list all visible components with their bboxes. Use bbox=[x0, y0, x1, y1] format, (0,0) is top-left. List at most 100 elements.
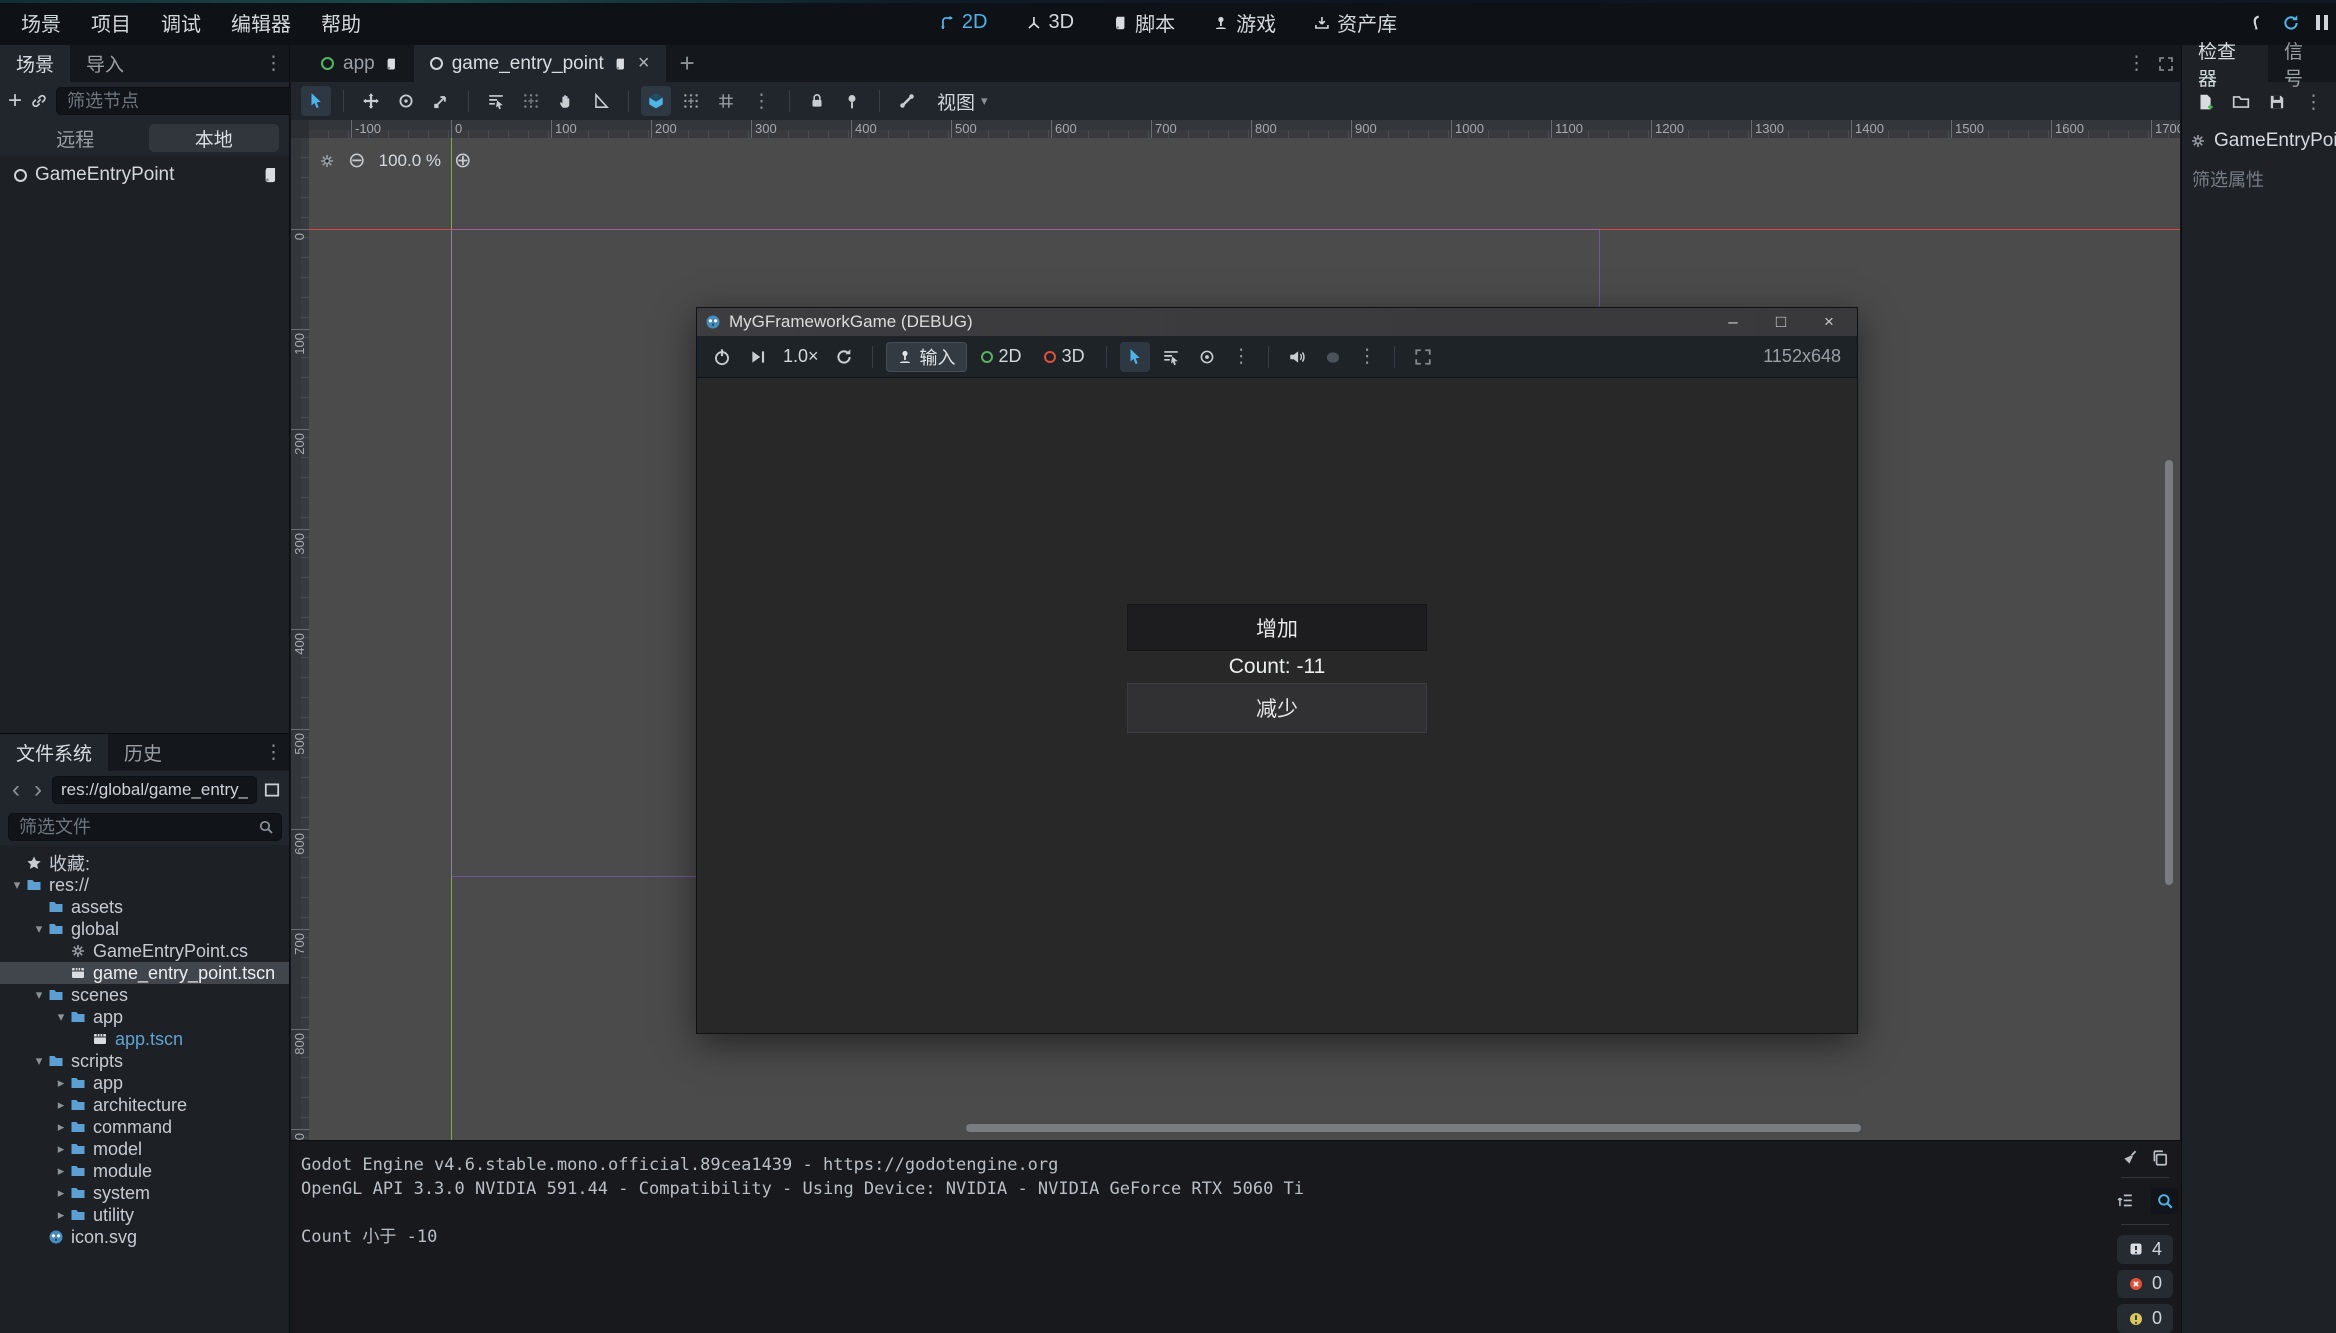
new-resource-icon[interactable] bbox=[2196, 93, 2214, 111]
zoom-level[interactable]: 100.0 % bbox=[379, 151, 441, 171]
mode-2d-button[interactable]: 2D bbox=[927, 11, 1000, 34]
select-3d-mode-button[interactable]: 3D bbox=[1036, 342, 1093, 372]
add-node-button[interactable]: + bbox=[8, 87, 22, 115]
remote-button[interactable]: 远程 bbox=[10, 124, 141, 152]
inspector-node-row[interactable]: GameEntryPoint bbox=[2182, 122, 2336, 156]
pause-game-icon[interactable] bbox=[2316, 15, 2328, 30]
copy-output-icon[interactable] bbox=[2151, 1149, 2169, 1167]
collapse-messages-icon[interactable] bbox=[2111, 1188, 2139, 1214]
fs-dock-menu-icon[interactable]: ⋮ bbox=[264, 743, 283, 762]
save-resource-icon[interactable] bbox=[2268, 93, 2286, 111]
tab-signals[interactable]: 信号 bbox=[2268, 45, 2336, 82]
grid-snap-button[interactable] bbox=[676, 86, 706, 116]
movie-mode-icon[interactable] bbox=[2248, 14, 2266, 32]
output-log[interactable]: Godot Engine v4.6.stable.mono.official.8… bbox=[291, 1141, 2108, 1333]
warning-count-badge[interactable]: 0 bbox=[2117, 1304, 2173, 1333]
fs-tree-item[interactable]: ▸module bbox=[0, 1160, 289, 1182]
grid-toggle-button[interactable] bbox=[711, 86, 741, 116]
debug-paths-button[interactable] bbox=[1318, 342, 1348, 372]
fs-tree-item[interactable]: ▾scenes bbox=[0, 984, 289, 1006]
debug-options-icon[interactable]: ⋮ bbox=[1354, 347, 1381, 366]
tab-history[interactable]: 历史 bbox=[108, 734, 178, 771]
fs-tree-item[interactable]: ▾scripts bbox=[0, 1050, 289, 1072]
scene-tab-game-entry-point[interactable]: game_entry_point × bbox=[414, 45, 666, 82]
increase-button[interactable]: 增加 bbox=[1127, 604, 1427, 651]
select-tool-button[interactable] bbox=[301, 86, 331, 116]
fs-path-input[interactable] bbox=[52, 776, 257, 804]
menu-scene[interactable]: 场景 bbox=[6, 8, 76, 37]
scene-tree-node-root[interactable]: GameEntryPoint bbox=[0, 160, 289, 190]
fs-tree-item[interactable]: app.tscn bbox=[0, 1028, 289, 1050]
move-tool-button[interactable] bbox=[356, 86, 386, 116]
filter-properties-label[interactable]: 筛选属性 bbox=[2182, 156, 2336, 202]
distraction-free-icon[interactable] bbox=[2158, 56, 2174, 72]
pan-tool-button[interactable] bbox=[551, 86, 581, 116]
fs-tree-item[interactable]: assets bbox=[0, 896, 289, 918]
list-select-button[interactable] bbox=[481, 86, 511, 116]
game-list-select-button[interactable] bbox=[1156, 342, 1186, 372]
instance-scene-icon[interactable] bbox=[30, 92, 48, 110]
fs-tree-item[interactable]: ▾global bbox=[0, 918, 289, 940]
2d-viewport-canvas[interactable]: -100010020030040050060070080090010001100… bbox=[291, 120, 2180, 1140]
suspend-button[interactable] bbox=[707, 342, 737, 372]
maximize-icon[interactable]: □ bbox=[1761, 308, 1801, 336]
local-button[interactable]: 本地 bbox=[149, 124, 280, 152]
fs-tree-item[interactable]: ▸app bbox=[0, 1072, 289, 1094]
fs-tree-item[interactable]: icon.svg bbox=[0, 1226, 289, 1248]
mode-script-button[interactable]: 脚本 bbox=[1100, 8, 1187, 37]
scene-tab-list-icon[interactable]: ⋮ bbox=[2127, 54, 2146, 73]
mode-3d-button[interactable]: 3D bbox=[1014, 11, 1087, 34]
search-output-icon[interactable] bbox=[2151, 1188, 2179, 1214]
snap-points-button[interactable] bbox=[516, 86, 546, 116]
minimize-icon[interactable]: – bbox=[1713, 308, 1753, 336]
menu-debug[interactable]: 调试 bbox=[146, 8, 216, 37]
group-node-button[interactable] bbox=[837, 86, 867, 116]
fs-tree-item[interactable]: ▾res:// bbox=[0, 874, 289, 896]
tab-inspector[interactable]: 检查器 bbox=[2182, 45, 2268, 82]
mute-audio-button[interactable] bbox=[1282, 342, 1312, 372]
load-resource-icon[interactable] bbox=[2232, 93, 2250, 111]
scene-tab-app[interactable]: app bbox=[305, 45, 414, 82]
scale-tool-button[interactable] bbox=[426, 86, 456, 116]
tab-scene[interactable]: 场景 bbox=[0, 45, 70, 82]
restart-game-icon[interactable] bbox=[2282, 14, 2300, 32]
fs-tree-item[interactable]: ▾app bbox=[0, 1006, 289, 1028]
menu-project[interactable]: 项目 bbox=[76, 8, 146, 37]
speed-multiplier[interactable]: 1.0× bbox=[779, 346, 823, 367]
fs-back-icon[interactable]: ‹ bbox=[8, 776, 24, 804]
message-count-badge[interactable]: 4 bbox=[2117, 1235, 2173, 1264]
menu-editor[interactable]: 编辑器 bbox=[216, 8, 306, 37]
fs-tree-item[interactable]: ▸system bbox=[0, 1182, 289, 1204]
camera-options-icon[interactable]: ⋮ bbox=[1228, 347, 1255, 366]
next-frame-button[interactable] bbox=[743, 342, 773, 372]
filter-files-input[interactable] bbox=[8, 813, 282, 841]
snap-options-icon[interactable]: ⋮ bbox=[746, 92, 777, 111]
rotate-tool-button[interactable] bbox=[391, 86, 421, 116]
zoom-out-button[interactable]: ⊖ bbox=[348, 148, 366, 173]
fs-split-view-icon[interactable] bbox=[263, 781, 281, 799]
smart-snap-button[interactable] bbox=[641, 86, 671, 116]
tab-import[interactable]: 导入 bbox=[70, 45, 140, 82]
measure-tool-button[interactable] bbox=[586, 86, 616, 116]
fs-tree-item[interactable]: GameEntryPoint.cs bbox=[0, 940, 289, 962]
zoom-in-button[interactable]: ⊕ bbox=[454, 148, 472, 173]
fs-tree-item[interactable]: ▸utility bbox=[0, 1204, 289, 1226]
menu-help[interactable]: 帮助 bbox=[306, 8, 376, 37]
lock-node-button[interactable] bbox=[802, 86, 832, 116]
game-window-titlebar[interactable]: MyGFrameworkGame (DEBUG) – □ × bbox=[697, 308, 1857, 336]
embed-fullscreen-button[interactable] bbox=[1408, 342, 1438, 372]
scene-dock-menu-icon[interactable]: ⋮ bbox=[264, 54, 283, 73]
skeleton-options-button[interactable] bbox=[892, 86, 922, 116]
mode-game-button[interactable]: 游戏 bbox=[1201, 8, 1288, 37]
fs-tree-item[interactable]: ▸architecture bbox=[0, 1094, 289, 1116]
fs-tree-item[interactable]: ▸command bbox=[0, 1116, 289, 1138]
game-select-tool-button[interactable] bbox=[1120, 342, 1150, 372]
new-scene-tab-button[interactable]: + bbox=[666, 45, 709, 82]
filter-nodes-input[interactable] bbox=[56, 87, 330, 115]
fs-tree-item[interactable]: 收藏: bbox=[0, 852, 289, 874]
input-mode-button[interactable]: 输入 bbox=[886, 342, 967, 372]
inspector-extra-icon[interactable]: ⋮ bbox=[2304, 93, 2323, 112]
fs-tree-item[interactable]: game_entry_point.tscn bbox=[0, 962, 289, 984]
camera-override-button[interactable] bbox=[1192, 342, 1222, 372]
mode-assetlib-button[interactable]: 资产库 bbox=[1302, 8, 1409, 37]
